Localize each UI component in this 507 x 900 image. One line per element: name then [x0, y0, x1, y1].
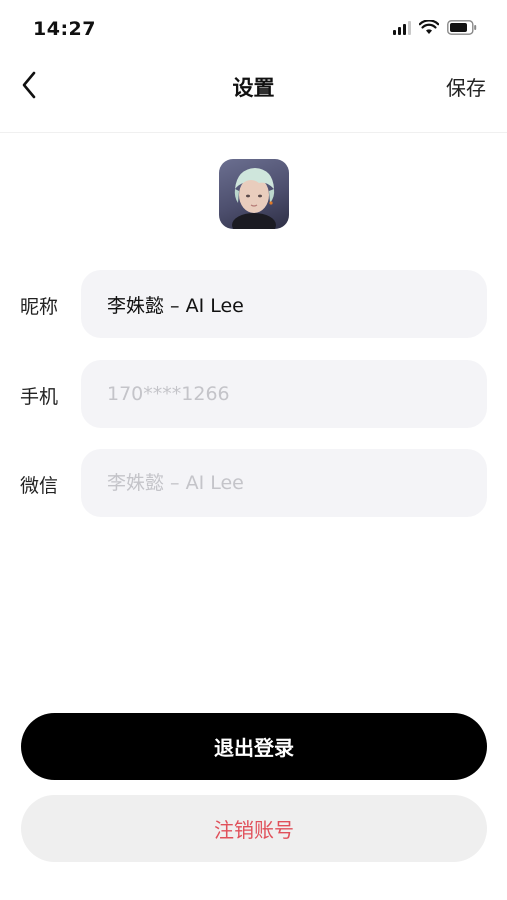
- wechat-input[interactable]: [81, 449, 487, 517]
- status-time: 14:27: [33, 18, 96, 40]
- save-button[interactable]: 保存: [446, 72, 486, 101]
- nav-bar: 设置 保存: [0, 60, 507, 133]
- settings-screen: 14:27 设置 保存 昵称 李姝懿 – AI Lee 手机 170****12…: [0, 0, 507, 900]
- deactivate-account-button[interactable]: 注销账号: [21, 795, 487, 862]
- wechat-label: 微信: [20, 475, 59, 497]
- phone-input[interactable]: [81, 360, 487, 428]
- wechat-row: 微信: [0, 449, 507, 517]
- status-icons: [393, 20, 477, 35]
- phone-label: 手机: [20, 386, 59, 408]
- nickname-row: 昵称: [0, 270, 507, 338]
- wifi-icon: [419, 20, 439, 34]
- page-title: 设置: [232, 76, 275, 100]
- avatar[interactable]: [219, 159, 289, 229]
- battery-icon: [447, 20, 477, 35]
- avatar-image: [232, 168, 276, 229]
- status-bar: 14:27: [0, 0, 507, 60]
- logout-button[interactable]: 退出登录: [21, 713, 487, 780]
- phone-row: 手机: [0, 360, 507, 428]
- nickname-label: 昵称: [20, 296, 59, 318]
- nickname-input[interactable]: [81, 270, 487, 338]
- cellular-signal-icon: [393, 20, 411, 35]
